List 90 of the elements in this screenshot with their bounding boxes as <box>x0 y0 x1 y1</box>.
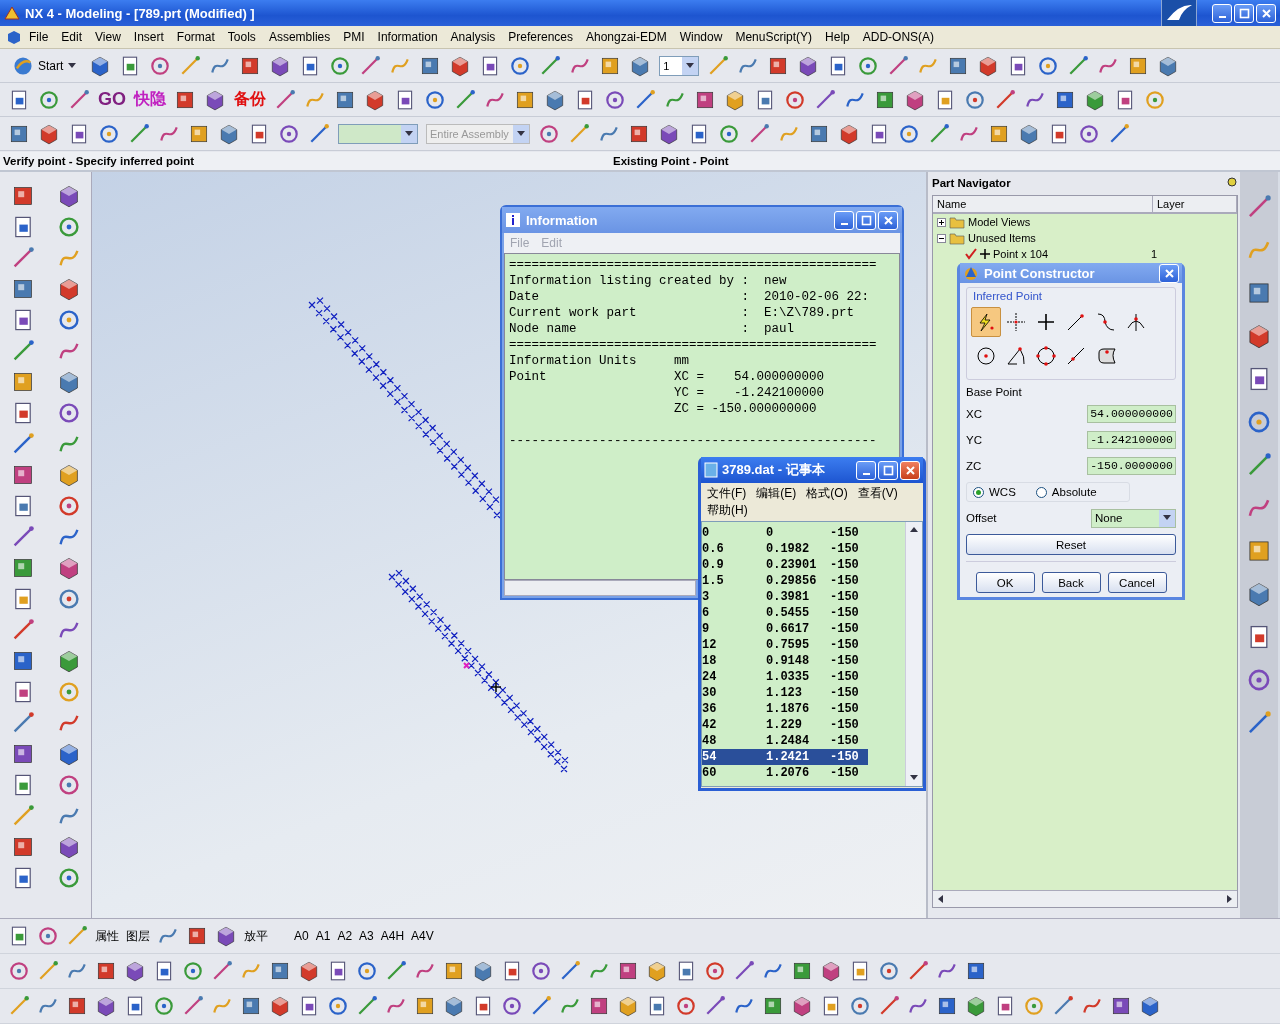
layer-dropdown[interactable]: 1 <box>659 55 700 76</box>
radio-label: WCS <box>989 486 1016 498</box>
listing-line: YC = -1.242100000 <box>673 385 826 401</box>
tree-item[interactable]: Unused Items <box>968 232 1036 244</box>
text-line: 36 1.1876 -150 <box>702 701 860 717</box>
text-line: 48 1.2484 -150 <box>702 733 860 749</box>
field-label: ZC <box>966 460 982 472</box>
toolbar-label[interactable]: 放平 <box>244 927 268 945</box>
coordinate-field[interactable]: -150.0000000 <box>1087 457 1176 475</box>
text-line: 0.6 0.1982 -150 <box>702 541 860 557</box>
text-line: 0.9 0.23901 -150 <box>702 557 860 573</box>
listing-line: Date : 2010-02-06 22: <box>509 289 871 305</box>
selection-status-text: Existing Point - Point <box>613 154 729 167</box>
offset-dropdown[interactable]: None <box>1091 508 1176 528</box>
menu-item[interactable]: MenuScript(Y) <box>729 27 819 46</box>
listing-line: ------------------------------------------------- <box>509 433 878 449</box>
menu-item[interactable]: Insert <box>127 27 170 46</box>
tree-item[interactable]: Point x 104 <box>993 248 1049 260</box>
menu-item[interactable]: 查看(V) <box>857 485 898 502</box>
text-line: 18 0.9148 -150 <box>702 653 860 669</box>
listing-line: ZC = -150.000000000 <box>673 401 818 417</box>
radio-label: Absolute <box>1051 486 1097 498</box>
reset-button[interactable]: Reset <box>966 534 1176 555</box>
toolbar-label[interactable]: A4H <box>380 929 405 943</box>
toolbar-label[interactable]: 图层 <box>126 927 150 945</box>
tree-item[interactable]: Model Views <box>968 216 1031 228</box>
toolbar-label[interactable]: 备份 <box>234 89 266 111</box>
toolbar-label[interactable]: A2 <box>337 929 353 943</box>
text-line: 9 0.6617 -150 <box>702 621 860 637</box>
menu-item[interactable]: Analysis <box>444 27 502 46</box>
field-label: Offset <box>966 512 997 524</box>
coordinate-field[interactable]: 54.000000000 <box>1087 405 1176 423</box>
menu-item[interactable]: 帮助(H) <box>707 502 748 519</box>
dialog-title: Point Constructor <box>984 265 1096 281</box>
listing-line: Current work part : E:\Z\789.prt <box>509 305 856 321</box>
menu-item[interactable]: Window <box>673 27 729 46</box>
listing-line: Node name : paul <box>509 321 796 337</box>
text-line: 42 1.229 -150 <box>702 717 860 733</box>
toolbar-label[interactable]: 属性 <box>95 927 119 945</box>
text-line: 3 0.3981 -150 <box>702 589 860 605</box>
text-line: 12 0.7595 -150 <box>702 637 860 653</box>
text-line: 1.5 0.29856 -150 <box>702 573 860 589</box>
dialog-button[interactable]: OK <box>975 572 1035 593</box>
start-button[interactable]: Start <box>8 52 82 79</box>
menu-item[interactable]: View <box>89 27 127 46</box>
menu-item[interactable]: Assemblies <box>262 27 337 46</box>
window-title: Information <box>526 212 599 228</box>
toolbar-label[interactable]: A1 <box>315 929 331 943</box>
menu-item[interactable]: Format <box>170 27 221 46</box>
listing-line: Information listing created by : new <box>509 273 788 289</box>
menu-item[interactable]: 编辑(E) <box>756 485 797 502</box>
field-label: XC <box>966 408 982 420</box>
menu-item[interactable]: Preferences <box>502 27 579 46</box>
listing-line: ================================================= <box>509 257 878 273</box>
menu-item[interactable]: Ahongzai-EDM <box>580 27 673 46</box>
window-title: 3789.dat - 记事本 <box>722 461 826 479</box>
column-header[interactable]: Layer <box>1153 196 1237 212</box>
menu-item[interactable]: ADD-ONS(A) <box>856 27 941 46</box>
listing-line: Point XC = 54.000000000 <box>509 369 826 385</box>
menu-item[interactable]: Help <box>819 27 856 46</box>
section-label: Base Point <box>966 386 1023 398</box>
toolbar-label[interactable]: A3 <box>359 929 374 943</box>
text-line: 6 0.5455 -150 <box>702 605 860 621</box>
group-label: Inferred Point <box>972 290 1044 302</box>
menu-item[interactable]: Tools <box>221 27 262 46</box>
menu-item[interactable]: Edit <box>55 27 89 46</box>
listing-line: Information Units mm <box>509 353 691 369</box>
toolbar-label[interactable]: GO <box>98 89 126 111</box>
prompt-text: Verify point - Specify inferred point <box>3 154 195 167</box>
panel-title: Part Navigator <box>932 177 1011 189</box>
menu-item[interactable]: 格式(O) <box>806 485 848 502</box>
menu-item[interactable]: File <box>23 27 55 46</box>
toolbar-label[interactable]: A4V <box>411 929 434 943</box>
menu-item[interactable]: PMI <box>337 27 371 46</box>
window-title: NX 4 - Modeling - [789.prt (Modified) ] <box>25 5 256 21</box>
text-line: 60 1.2076 -150 <box>702 765 860 781</box>
text-line: 0 0 -150 <box>702 525 860 541</box>
dialog-button[interactable]: Cancel <box>1107 572 1167 593</box>
layer-value: 1 <box>1150 248 1157 260</box>
toolbar-label[interactable]: A0 <box>294 929 309 943</box>
text-line: 24 1.0335 -150 <box>702 669 860 685</box>
menu-item[interactable]: 文件(F) <box>707 485 747 502</box>
text-line: 30 1.123 -150 <box>702 685 860 701</box>
toolbar-label[interactable]: 快隐 <box>134 89 166 111</box>
coordinate-field[interactable]: -1.242100000 <box>1087 431 1176 449</box>
listing-line: ================================================= <box>509 337 878 353</box>
field-label: YC <box>966 434 982 446</box>
dialog-button[interactable]: Back <box>1041 572 1101 593</box>
column-header[interactable]: Name <box>933 196 1153 212</box>
menu-item[interactable]: Information <box>371 27 444 46</box>
